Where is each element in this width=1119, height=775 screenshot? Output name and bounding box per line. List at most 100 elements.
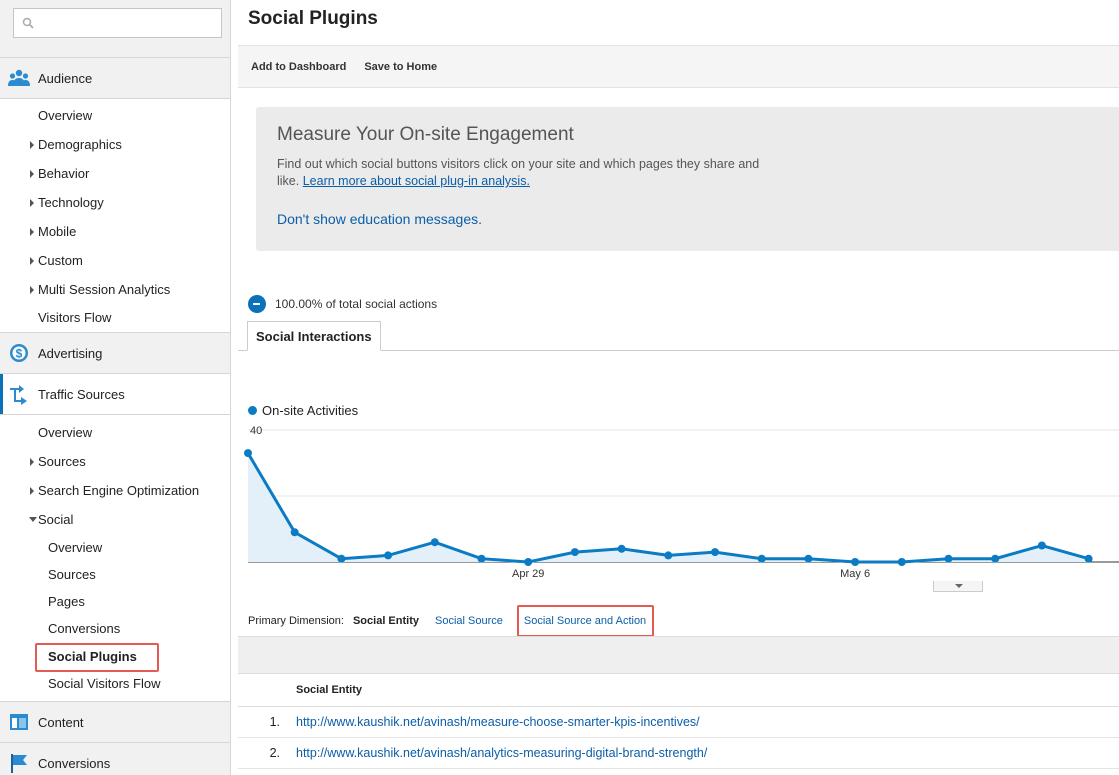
y-tick-label: 40 [250,425,262,437]
nav-label: Custom [38,253,83,268]
nav-social-overview[interactable]: Overview [0,534,230,561]
data-point[interactable] [991,554,1000,563]
section-content[interactable]: Content [0,702,230,743]
nav-label: Behavior [38,166,90,181]
collapse-arrow-icon [29,517,37,522]
nav-social-conversions[interactable]: Conversions [0,615,230,642]
data-point[interactable] [851,558,860,566]
data-point[interactable] [384,551,393,560]
dimension-social-entity[interactable]: Social Entity [353,615,419,627]
add-to-dashboard-button[interactable]: Add to Dashboard [251,61,346,73]
education-title: Measure Your On-site Engagement [277,124,574,145]
svg-text:$: $ [16,347,23,361]
flag-icon [8,753,30,773]
data-point[interactable] [757,554,766,563]
section-advertising[interactable]: $ Advertising [0,333,230,374]
pie-chart-icon [248,295,266,313]
page-title: Social Plugins [238,0,1119,46]
tab-bar: Social Interactions [238,321,1119,351]
data-point[interactable] [664,551,673,560]
search-area [0,0,230,58]
nav-social-plugins[interactable]: Social Plugins [0,642,230,672]
column-header-social-entity[interactable]: Social Entity [238,674,1119,707]
primary-dimension-bar: Primary Dimension: Social Entity Social … [248,605,667,637]
tab-social-interactions[interactable]: Social Interactions [247,321,381,351]
section-traffic-sources[interactable]: Traffic Sources [0,374,230,415]
dimension-social-source-and-action[interactable]: Social Source and Action [516,605,655,637]
x-tick-label: Apr 29 [512,568,544,580]
nav-social-pages[interactable]: Pages [0,588,230,615]
traffic-sources-icon [8,384,30,405]
nav-label: Social Visitors Flow [48,676,161,691]
data-point[interactable] [711,548,719,557]
percent-summary: 100.00% of total social actions [248,295,437,313]
nav-multi-session-analytics[interactable]: Multi Session Analytics [0,275,230,304]
section-advertising-label: Advertising [38,345,103,361]
data-point[interactable] [524,558,533,566]
audience-subnav: Overview Demographics Behavior Technolog… [0,99,230,333]
data-point[interactable] [430,538,439,547]
section-traffic-sources-label: Traffic Sources [38,386,125,402]
data-point[interactable] [804,554,813,563]
table-toolbar [238,636,1119,674]
content-icon [8,712,30,732]
education-text: Find out which social buttons visitors c… [277,156,777,190]
nav-seo[interactable]: Search Engine Optimization [0,476,230,505]
data-point[interactable] [337,554,346,563]
search-box[interactable] [13,8,222,38]
nav-demographics[interactable]: Demographics [0,130,230,159]
search-input[interactable] [14,9,221,37]
row-link[interactable]: http://www.kaushik.net/avinash/analytics… [296,746,707,760]
data-point[interactable] [477,554,486,563]
data-point[interactable] [570,548,579,557]
data-point[interactable] [1084,554,1093,563]
legend-dot [248,406,257,415]
expand-arrow-icon [30,286,34,294]
expand-arrow-icon [30,141,34,149]
data-point[interactable] [244,449,252,458]
nav-visitors-flow[interactable]: Visitors Flow [0,304,230,330]
row-number: 1. [269,715,280,729]
nav-traffic-overview[interactable]: Overview [0,418,230,447]
nav-sources[interactable]: Sources [0,447,230,476]
audience-icon [8,68,30,88]
data-point[interactable] [1037,541,1046,550]
chart-expand-toggle[interactable] [933,581,983,592]
section-content-label: Content [38,714,84,730]
nav-social[interactable]: Social [0,505,230,534]
series-line [246,452,1090,564]
nav-label: Technology [38,195,104,210]
nav-social-sources[interactable]: Sources [0,561,230,588]
row-link[interactable]: http://www.kaushik.net/avinash/measure-c… [296,715,700,729]
expand-arrow-icon [30,228,34,236]
nav-label: Mobile [38,224,77,239]
row-number: 2. [269,746,280,760]
section-audience[interactable]: Audience [0,58,230,99]
nav-label: Social [38,512,74,527]
nav-audience-overview[interactable]: Overview [0,101,230,130]
primary-dimension-label: Primary Dimension: [248,615,344,627]
nav-label: Overview [38,108,93,123]
dimension-social-source[interactable]: Social Source [435,615,503,627]
data-point[interactable] [944,554,953,563]
nav-label: Pages [48,594,85,609]
nav-behavior[interactable]: Behavior [0,159,230,188]
dollar-icon: $ [8,343,30,363]
learn-more-link[interactable]: Learn more about social plug-in analysis… [303,174,530,188]
data-point[interactable] [290,528,299,537]
expand-arrow-icon [30,257,34,265]
section-conversions[interactable]: Conversions [0,743,230,775]
nav-custom[interactable]: Custom [0,246,230,275]
nav-technology[interactable]: Technology [0,188,230,217]
save-to-home-button[interactable]: Save to Home [364,61,437,73]
nav-label: Overview [38,425,93,440]
education-message: Measure Your On-site Engagement Find out… [256,107,1119,251]
nav-mobile[interactable]: Mobile [0,217,230,246]
series-area [248,453,1089,562]
dismiss-education-link[interactable]: Don't show education messages. [277,211,1105,227]
data-point[interactable] [617,544,626,553]
toolbar: Add to Dashboard Save to Home [238,46,1119,88]
data-point[interactable] [897,558,906,566]
expand-arrow-icon [30,170,34,178]
nav-social-visitors-flow[interactable]: Social Visitors Flow [0,670,230,697]
